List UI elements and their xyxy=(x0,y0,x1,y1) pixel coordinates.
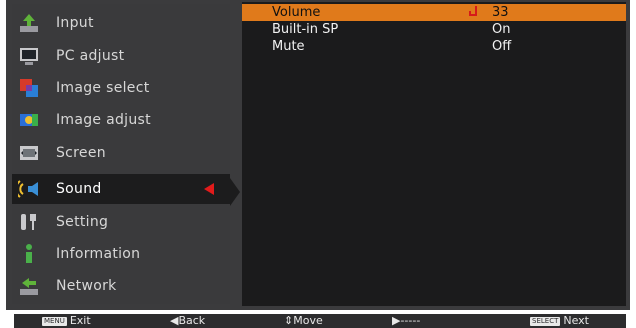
menu-item-label: Image adjust xyxy=(56,112,151,128)
network-icon xyxy=(18,275,40,297)
menu-item-label: Input xyxy=(56,15,94,31)
sound-icon xyxy=(15,178,40,200)
exit-label: Exit xyxy=(69,314,91,327)
footer-bar: MENU Exit ◀Back ⇕Move ▶----- SELECT Next xyxy=(14,314,626,328)
volume-label: Volume xyxy=(272,5,321,20)
menu-item-input[interactable]: Input xyxy=(12,8,230,38)
next-label: Next xyxy=(563,314,589,327)
selected-arrow-icon xyxy=(204,183,214,195)
menu-item-image-adjust[interactable]: Image adjust xyxy=(12,105,230,135)
projector-osd: Input PC adjust Image select Image adjus… xyxy=(0,0,636,328)
built-in-sp-value: On xyxy=(492,22,511,37)
volume-value: 33 xyxy=(492,5,509,20)
menu-item-label: PC adjust xyxy=(56,48,125,64)
menu-item-pc-adjust[interactable]: PC adjust xyxy=(12,41,230,71)
menu-item-label: Screen xyxy=(56,145,106,161)
exit-hint[interactable]: MENU Exit xyxy=(42,314,91,328)
menu-item-label: Sound xyxy=(56,181,102,197)
back-hint[interactable]: ◀Back xyxy=(170,314,205,328)
menu-item-label: Image select xyxy=(56,80,150,96)
image-adjust-icon xyxy=(18,109,40,131)
mute-label: Mute xyxy=(272,39,305,54)
menu-item-screen[interactable]: Screen xyxy=(12,138,230,168)
menu-item-setting[interactable]: Setting xyxy=(12,207,230,237)
volume-level-icon xyxy=(468,6,480,19)
menu-item-label: Network xyxy=(56,278,117,294)
menu-item-network[interactable]: Network xyxy=(12,271,230,301)
screen-icon xyxy=(18,142,40,164)
select-key-badge: SELECT xyxy=(530,317,561,326)
menu-item-label: Information xyxy=(56,246,141,262)
submenu-pointer xyxy=(230,178,240,206)
information-icon xyxy=(18,243,40,265)
sound-submenu: Volume 33 Built-in SP On Mute Off xyxy=(242,2,626,306)
menu-item-sound[interactable]: Sound xyxy=(12,174,230,204)
mute-row[interactable]: Mute Off xyxy=(242,38,626,55)
move-hint: ⇕Move xyxy=(284,314,323,327)
next-hint[interactable]: SELECT Next xyxy=(530,314,589,328)
menu-key-badge: MENU xyxy=(42,317,67,326)
input-icon xyxy=(18,12,40,34)
menu-item-information[interactable]: Information xyxy=(12,239,230,269)
setting-icon xyxy=(18,211,40,233)
built-in-sp-row[interactable]: Built-in SP On xyxy=(242,21,626,38)
volume-row[interactable]: Volume 33 xyxy=(242,4,626,21)
pc-adjust-icon xyxy=(18,45,40,67)
built-in-sp-label: Built-in SP xyxy=(272,22,339,37)
menu-item-label: Setting xyxy=(56,214,109,230)
image-select-icon xyxy=(18,77,40,99)
forward-hint: ▶----- xyxy=(392,314,421,327)
menu-item-image-select[interactable]: Image select xyxy=(12,73,230,103)
main-menu: Input PC adjust Image select Image adjus… xyxy=(12,4,230,304)
mute-value: Off xyxy=(492,39,512,54)
